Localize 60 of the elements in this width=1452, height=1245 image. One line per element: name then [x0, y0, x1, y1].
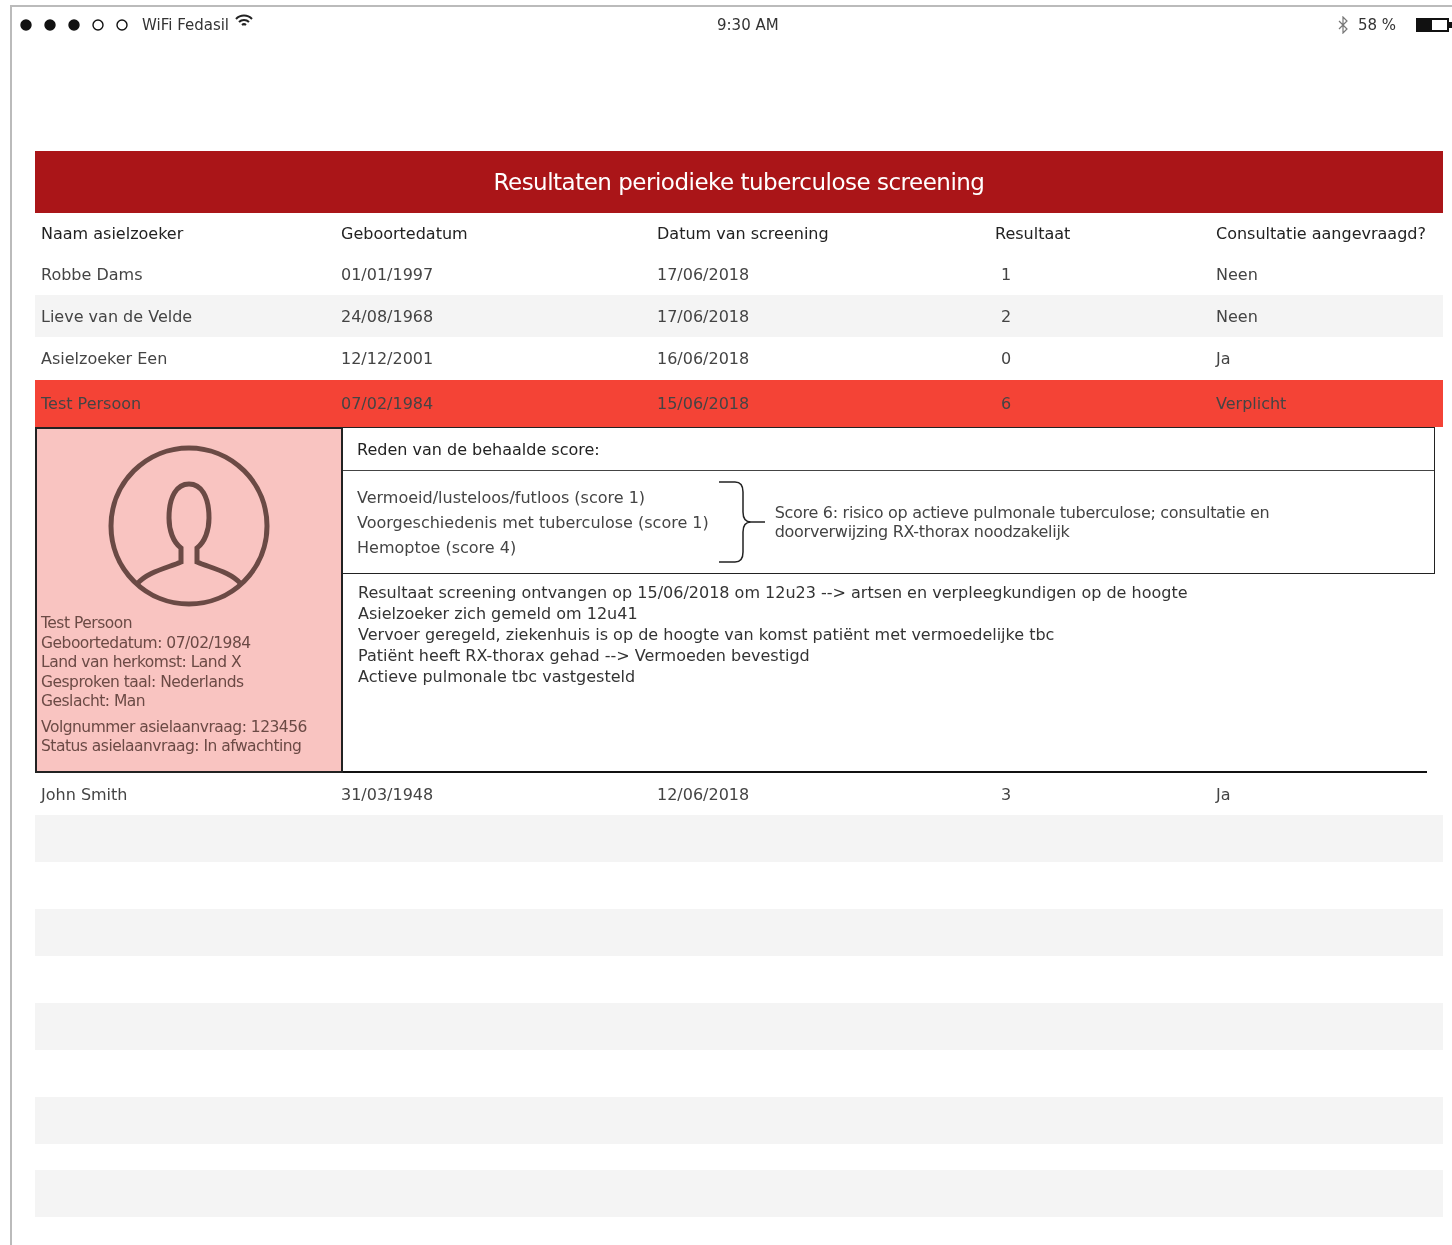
table-cell-text: 12/12/2001 [341, 349, 435, 368]
table-cell-text: 3 [1000, 784, 1013, 804]
table-title-bar: Resultaten periodieke tuberculose screening [35, 151, 1443, 213]
table-cell-text: 07/02/1984 [341, 394, 435, 413]
reason-item: Hemoptoe (score 4) [357, 537, 518, 557]
table-cell-text: 16/06/2018 [657, 349, 751, 368]
battery-icon [1416, 18, 1452, 32]
column-header: Datum van screening [657, 223, 830, 243]
person-detail: Geboortedatum: 07/02/1984 [41, 633, 252, 653]
table-cell-text: Ja [1216, 349, 1232, 368]
carrier-name: WiFi Fedasil [142, 16, 230, 34]
person-detail: Geslacht: Man [41, 692, 147, 712]
wifi-icon [235, 14, 254, 28]
note-line: Patiënt heeft RX-thorax gehad --> Vermoeden bevestigd [358, 645, 811, 666]
table-cell-text: 31/03/1948 [341, 784, 435, 804]
note-line: Resultaat screening ontvangen op 15/06/2018 om 12u23 --> artsen en verpleegkundigen op de hoogte [358, 582, 1189, 603]
table-cell-text: John Smith [41, 784, 129, 804]
person-detail: Gesproken taal: Nederlands [41, 672, 245, 692]
column-header: Geboortedatum [341, 223, 469, 243]
table-cell-text: 17/06/2018 [657, 306, 751, 326]
table-cell-text: Asielzoeker Een [41, 349, 169, 368]
table-cell-text: 24/08/1968 [341, 306, 435, 326]
table-row[interactable]: Lieve van de Velde 24/08/1968 17/06/2018 2 Neen [35, 295, 1443, 337]
clock-time: 9:30 AM [717, 16, 779, 34]
application-detail: Status asielaanvraag: In afwachting [41, 737, 303, 757]
table-row[interactable]: John Smith 31/03/1948 12/06/2018 3 Ja [35, 773, 1443, 815]
battery-percentage: 58 % [1357, 16, 1396, 34]
curly-brace-icon [716, 480, 767, 564]
score-conclusion: Score 6: risico op actieve pulmonale tuberculose; consultatie en doorverwijzing RX-thorax noodzakelijk [774, 503, 1271, 541]
application-detail: Volgnummer asielaanvraag: 123456 [41, 717, 308, 737]
person-detail: Test Persoon [41, 614, 134, 634]
table-cell-text: 1 [1000, 264, 1013, 284]
table-cell-text: 01/01/1997 [341, 264, 435, 284]
person-detail: Land van herkomst: Land X [41, 653, 243, 673]
reason-item: Voorgeschiedenis met tuberculose (score 1) [357, 512, 709, 532]
note-line: Asielzoeker zich gemeld om 12u41 [358, 603, 639, 624]
table-cell-text: 17/06/2018 [657, 264, 751, 284]
note-line: Vervoer geregeld, ziekenhuis is op de hoogte van komst patiënt met vermoedelijke tbc [358, 624, 1056, 645]
table-row[interactable]: Asielzoeker Een 12/12/2001 16/06/2018 0 Ja [35, 337, 1443, 380]
reason-item: Vermoeid/lusteloos/futloos (score 1) [357, 487, 647, 507]
table-cell-text: Lieve van de Velde [41, 306, 194, 326]
table-cell-text: 2 [1000, 306, 1013, 326]
column-header: Naam asielzoeker [41, 223, 185, 243]
table-cell-text: Neen [1216, 264, 1259, 284]
reason-title: Reden van de behaalde score: [357, 439, 600, 459]
column-header: Consultatie aangevraagd? [1216, 223, 1427, 243]
avatar-icon [107, 444, 271, 608]
bluetooth-icon [1337, 16, 1348, 34]
table-cell-text: 0 [1000, 349, 1013, 368]
table-cell-text: 15/06/2018 [657, 394, 751, 413]
table-cell-text: Ja [1216, 784, 1232, 804]
table-cell-text: 6 [1000, 394, 1013, 413]
table-cell-text: Test Persoon [41, 394, 143, 413]
table-cell-text: Verplicht [1216, 394, 1288, 413]
table-row[interactable]: Robbe Dams 01/01/1997 17/06/2018 1 Neen [35, 253, 1443, 295]
table-cell-text: Robbe Dams [41, 264, 144, 284]
table-cell-text: 12/06/2018 [657, 784, 751, 804]
table-cell-text: Neen [1216, 306, 1259, 326]
column-header: Resultaat [995, 223, 1072, 243]
note-line: Actieve pulmonale tbc vastgesteld [358, 666, 637, 687]
